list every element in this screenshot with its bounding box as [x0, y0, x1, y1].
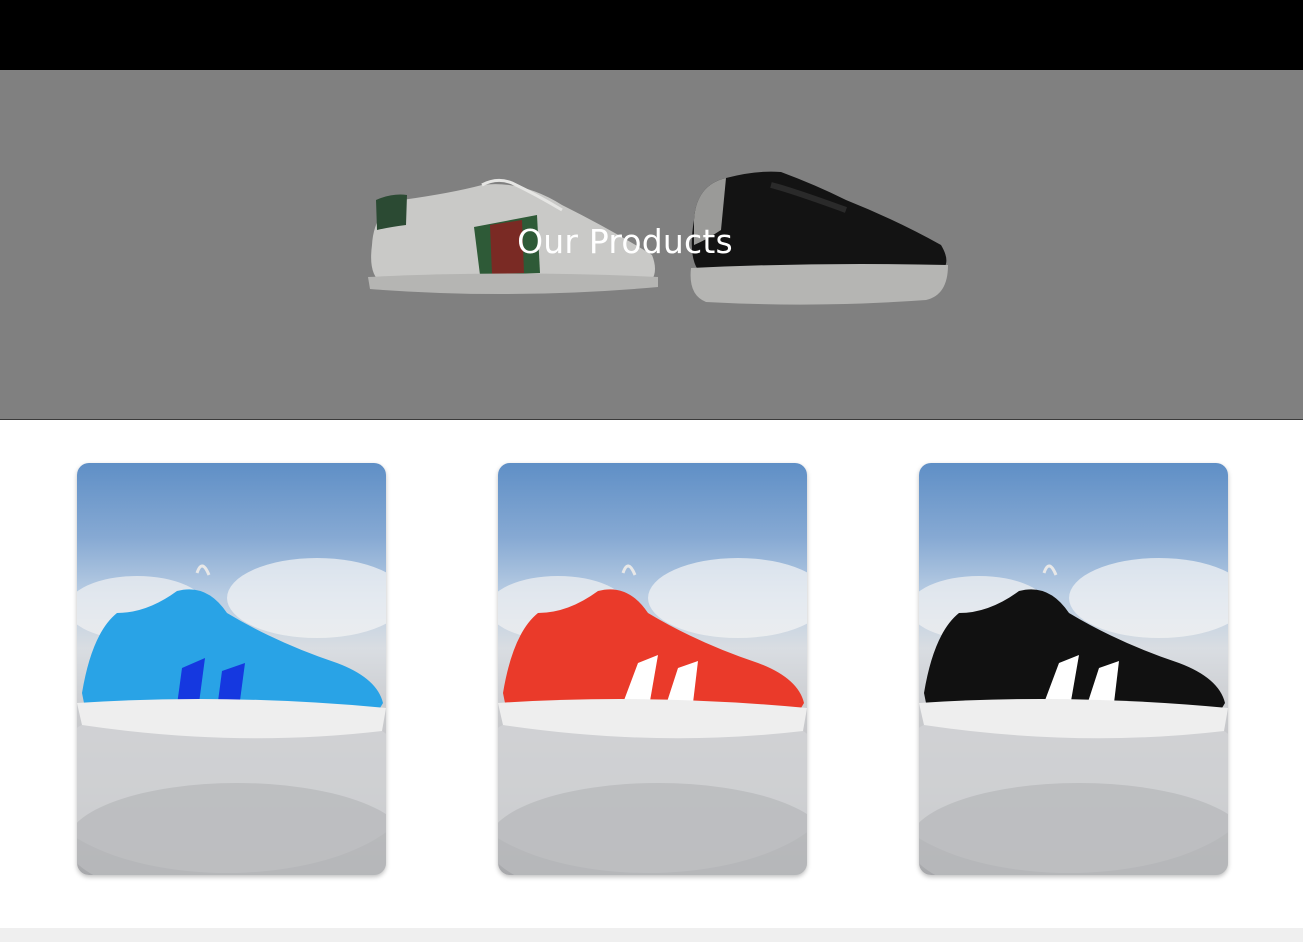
- top-navigation-bar: [0, 0, 1303, 70]
- hero-title: Our Products: [517, 222, 733, 261]
- blue-sneaker-image: [77, 564, 386, 739]
- footer-strip: [0, 928, 1303, 942]
- red-sneaker-image: [498, 564, 807, 739]
- hero-banner: Our Products: [0, 70, 1303, 420]
- product-card-red-sneaker[interactable]: [498, 463, 807, 875]
- product-card-black-sneaker[interactable]: [919, 463, 1228, 875]
- black-sneaker-image: [919, 564, 1228, 739]
- product-card-blue-sneaker[interactable]: [77, 463, 386, 875]
